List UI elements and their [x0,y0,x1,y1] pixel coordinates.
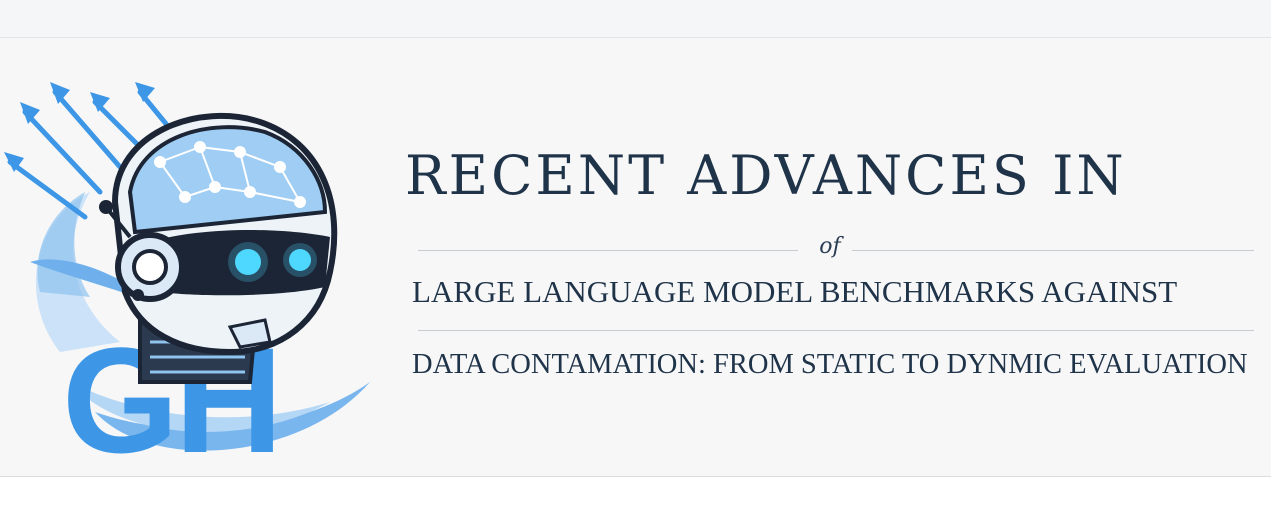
banner: GH RECENT ADVANCES IN of LARGE LANGUAGE … [0,38,1271,477]
divider-left [418,250,798,251]
banner-subtitle-line-1: LARGE LANGUAGE MODEL BENCHMARKS AGAINST [412,274,1178,309]
banner-subtitle-line-2: DATA CONTAMATION: FROM STATIC TO DYNMIC … [412,349,1248,380]
banner-title: RECENT ADVANCES IN [405,144,1127,207]
top-strip [0,0,1271,38]
robot-head-logo-icon: GH [4,82,370,472]
divider-lower [418,330,1254,331]
banner-connector: of [819,234,841,259]
divider-right [852,250,1254,251]
bottom-strip [0,477,1271,520]
